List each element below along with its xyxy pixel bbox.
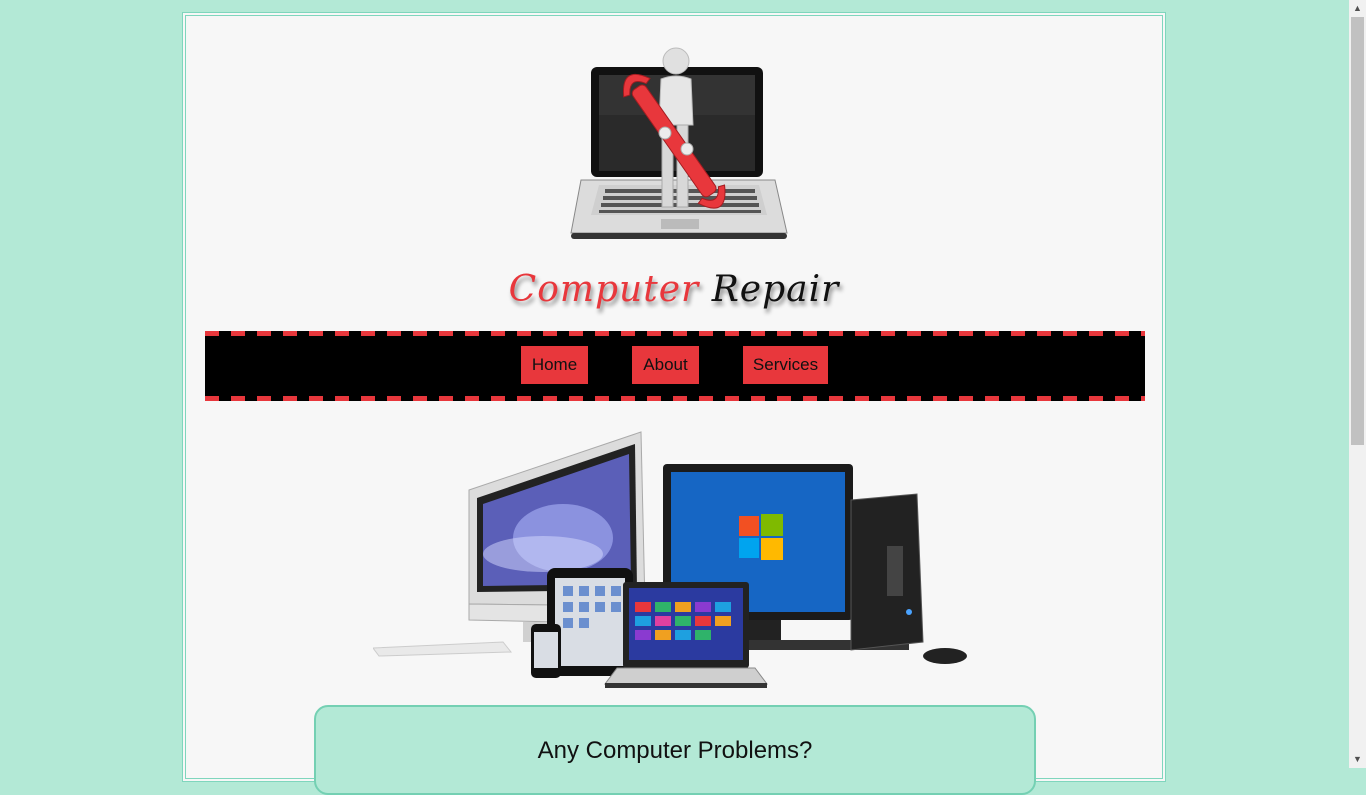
- vertical-scrollbar[interactable]: ▲ ▼: [1349, 0, 1366, 768]
- main-navbar: Home About Services: [205, 331, 1145, 401]
- nav-about-button[interactable]: About: [632, 346, 699, 384]
- problems-heading: Any Computer Problems?: [537, 737, 813, 764]
- site-title: Computer Repair: [183, 269, 1165, 310]
- devices-group-icon: [372, 428, 983, 690]
- navbar-top-dashes: [205, 331, 1145, 336]
- scroll-up-icon[interactable]: ▲: [1349, 0, 1366, 17]
- scrollbar-thumb[interactable]: [1351, 17, 1364, 445]
- site-title-word1: Computer: [508, 269, 700, 310]
- scroll-down-icon[interactable]: ▼: [1349, 751, 1366, 768]
- nav-home-button[interactable]: Home: [521, 346, 588, 384]
- problems-section: Any Computer Problems?: [314, 705, 1036, 795]
- page-container: Computer Repair Home About Services Any …: [182, 12, 1166, 795]
- laptop-repair-figure-icon: [569, 45, 789, 245]
- nav-services-button[interactable]: Services: [743, 346, 828, 384]
- site-title-word2: Repair: [711, 269, 840, 310]
- navbar-bottom-dashes: [205, 396, 1145, 401]
